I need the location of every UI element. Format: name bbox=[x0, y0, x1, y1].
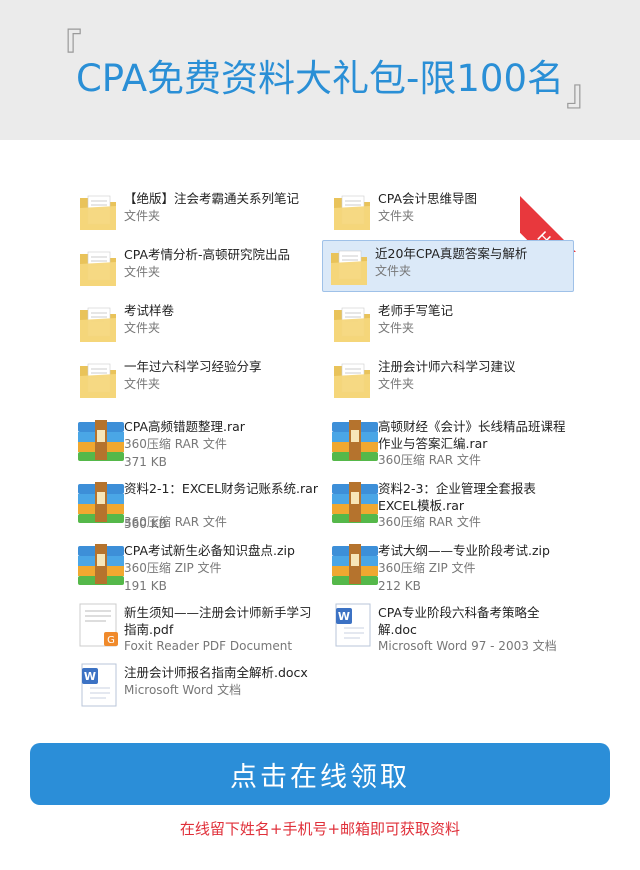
file-item[interactable]: 高顿财经《会计》长线精品班课程作业与答案汇编.rar 360压缩 RAR 文件 bbox=[326, 414, 576, 472]
word-icon: W bbox=[330, 602, 374, 648]
archive-icon bbox=[330, 540, 378, 586]
file-name: CPA会计思维导图 bbox=[378, 191, 478, 206]
file-type: 文件夹 bbox=[378, 377, 415, 391]
archive-icon bbox=[76, 540, 124, 586]
folder-icon bbox=[76, 188, 120, 234]
folder-item[interactable]: 一年过六科学习经验分享 文件夹 bbox=[72, 354, 322, 404]
file-name: 考试大纲——专业阶段考试.zip bbox=[378, 543, 550, 558]
file-name: 资料2-3：企业管理全套报表EXCEL模板.rar bbox=[378, 481, 536, 513]
archive-icon bbox=[76, 416, 124, 462]
folder-item[interactable]: 【绝版】注会考霸通关系列笔记 文件夹 bbox=[72, 186, 322, 236]
folder-icon bbox=[330, 300, 374, 346]
folder-icon bbox=[327, 243, 371, 289]
folder-item[interactable]: 近20年CPA真题答案与解析 文件夹 bbox=[322, 240, 574, 292]
file-name: 近20年CPA真题答案与解析 bbox=[375, 246, 528, 261]
file-type: 文件夹 bbox=[124, 377, 161, 391]
file-item[interactable]: 考试大纲——专业阶段考试.zip 360压缩 ZIP 文件 212 KB bbox=[326, 538, 576, 596]
claim-button-label: 点击在线领取 bbox=[230, 761, 410, 793]
folder-icon bbox=[330, 188, 374, 234]
file-name: CPA考情分析-高顿研究院出品 bbox=[124, 247, 291, 262]
folder-icon bbox=[76, 244, 120, 290]
folder-item[interactable]: 注册会计师六科学习建议 文件夹 bbox=[326, 354, 576, 404]
file-type: Microsoft Word 文档 bbox=[124, 683, 242, 697]
archive-icon bbox=[330, 478, 378, 524]
file-name: 新生须知——注册会计师新手学习指南.pdf bbox=[124, 605, 312, 637]
file-type: 360压缩 ZIP 文件 bbox=[124, 561, 222, 575]
file-name: 一年过六科学习经验分享 bbox=[124, 359, 262, 374]
folder-item[interactable]: 老师手写笔记 文件夹 bbox=[326, 298, 576, 348]
file-size: 191 KB bbox=[124, 579, 167, 593]
file-type: 文件夹 bbox=[124, 209, 161, 223]
pdf-icon: G bbox=[76, 602, 120, 648]
file-name: 资料2-1：EXCEL财务记账系统.rar bbox=[124, 481, 318, 496]
file-type: Microsoft Word 97 - 2003 文档 bbox=[378, 639, 557, 653]
file-type: Foxit Reader PDF Document bbox=[124, 639, 293, 653]
bracket-right: 』 bbox=[566, 73, 603, 114]
svg-text:W: W bbox=[338, 610, 350, 623]
folder-icon bbox=[76, 300, 120, 346]
file-name: CPA专业阶段六科备考策略全解.doc bbox=[378, 605, 540, 637]
file-item[interactable]: CPA高频错题整理.rar 360压缩 RAR 文件 371 KB bbox=[72, 414, 322, 472]
svg-text:W: W bbox=[84, 670, 96, 683]
header-banner: 『 CPA免费资料大礼包-限100名 』 bbox=[0, 0, 640, 140]
file-size: 212 KB bbox=[378, 579, 421, 593]
file-name: 考试样卷 bbox=[124, 303, 175, 318]
file-type: 文件夹 bbox=[378, 321, 415, 335]
file-item[interactable]: W CPA专业阶段六科备考策略全解.doc Microsoft Word 97 -… bbox=[326, 600, 576, 658]
page-title: CPA免费资料大礼包-限100名 bbox=[75, 57, 565, 100]
file-type: 360压缩 ZIP 文件 bbox=[378, 561, 476, 575]
file-name: 【绝版】注会考霸通关系列笔记 bbox=[124, 191, 300, 206]
file-type: 360压缩 RAR 文件 bbox=[378, 515, 481, 529]
signup-note: 在线留下姓名+手机号+邮箱即可获取资料 bbox=[179, 820, 461, 838]
file-item[interactable]: CPA考试新生必备知识盘点.zip 360压缩 ZIP 文件 191 KB bbox=[72, 538, 322, 596]
folder-item[interactable]: CPA会计思维导图 文件夹 bbox=[326, 186, 576, 236]
file-name: 老师手写笔记 bbox=[378, 303, 454, 318]
file-name: 注册会计师报名指南全解析.docx bbox=[124, 665, 308, 680]
file-type: 文件夹 bbox=[378, 209, 415, 223]
file-name: 注册会计师六科学习建议 bbox=[378, 359, 516, 374]
file-item[interactable]: W 注册会计师报名指南全解析.docx Microsoft Word 文档 bbox=[72, 660, 322, 718]
svg-text:G: G bbox=[107, 635, 115, 646]
file-name: CPA高频错题整理.rar bbox=[124, 419, 245, 434]
file-size: 560 KB bbox=[124, 517, 167, 531]
folder-icon bbox=[76, 356, 120, 402]
file-type: 文件夹 bbox=[124, 265, 161, 279]
archive-icon bbox=[330, 416, 378, 462]
claim-button[interactable]: 点击在线领取 bbox=[30, 743, 610, 805]
file-name: 高顿财经《会计》长线精品班课程作业与答案汇编.rar bbox=[378, 419, 566, 451]
folder-item[interactable]: 考试样卷 文件夹 bbox=[72, 298, 322, 348]
file-size: 371 KB bbox=[124, 455, 167, 469]
archive-icon bbox=[76, 478, 124, 524]
file-type: 360压缩 RAR 文件 bbox=[124, 437, 227, 451]
file-item[interactable]: G 新生须知——注册会计师新手学习指南.pdf Foxit Reader PDF … bbox=[72, 600, 322, 658]
file-item[interactable]: 资料2-3：企业管理全套报表EXCEL模板.rar 360压缩 RAR 文件 bbox=[326, 476, 576, 534]
word-icon: W bbox=[76, 662, 120, 708]
folder-item[interactable]: CPA考情分析-高顿研究院出品 文件夹 bbox=[72, 242, 322, 292]
file-type: 文件夹 bbox=[375, 264, 412, 278]
file-type: 文件夹 bbox=[124, 321, 161, 335]
folder-icon bbox=[330, 356, 374, 402]
file-type: 360压缩 RAR 文件 bbox=[378, 453, 481, 467]
file-name: CPA考试新生必备知识盘点.zip bbox=[124, 543, 295, 558]
file-item[interactable]: 资料2-1：EXCEL财务记账系统.rar 360压缩 RAR 文件 560 KB bbox=[72, 476, 322, 534]
